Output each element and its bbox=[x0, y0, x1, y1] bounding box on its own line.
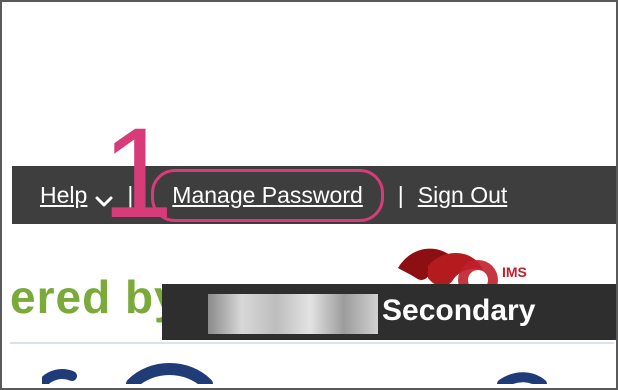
help-label: Help bbox=[40, 181, 88, 208]
secondary-label: Secondary bbox=[382, 294, 536, 327]
separator: | bbox=[397, 181, 404, 208]
powered-by-text: ered by bbox=[10, 271, 181, 323]
screenshot-frame: 1 Help | Manage Password | Sign Out ered… bbox=[0, 0, 618, 390]
divider bbox=[10, 342, 614, 344]
partial-heading-shapes bbox=[37, 354, 602, 388]
blurred-text-block bbox=[208, 294, 378, 334]
manage-password-link[interactable]: Manage Password bbox=[151, 168, 384, 222]
sign-out-link[interactable]: Sign Out bbox=[418, 182, 508, 209]
logo-text: IMS bbox=[502, 264, 527, 280]
step-number-annotation: 1 bbox=[102, 102, 174, 245]
